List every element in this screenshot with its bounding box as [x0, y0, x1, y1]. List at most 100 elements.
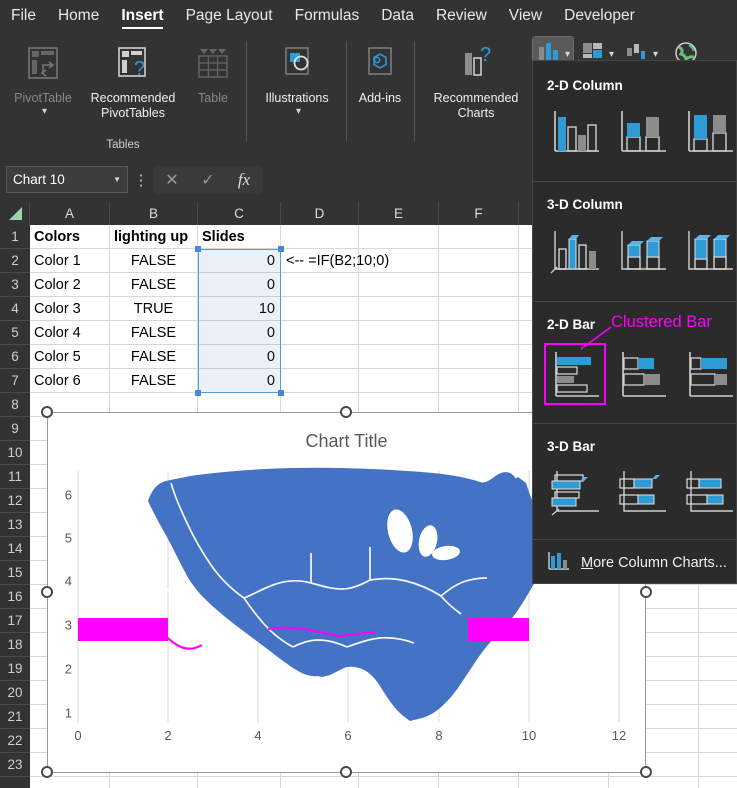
ribbon-tab-data[interactable]: Data: [370, 0, 425, 31]
select-all-corner[interactable]: [0, 202, 30, 225]
cell-c7[interactable]: 0: [198, 369, 280, 393]
row-header-18[interactable]: 18: [0, 633, 30, 657]
3d-stacked-bar-icon[interactable]: [614, 465, 670, 521]
3d-clustered-bar-icon[interactable]: [547, 465, 603, 521]
row-header-13[interactable]: 13: [0, 513, 30, 537]
row-header-5[interactable]: 5: [0, 321, 30, 345]
chart-handle-top-left[interactable]: [41, 406, 53, 418]
selection-handle[interactable]: [195, 246, 201, 252]
ribbon-pivottable-button[interactable]: PivotTable ▾: [8, 43, 78, 117]
row-header-16[interactable]: 16: [0, 585, 30, 609]
ribbon-tab-developer[interactable]: Developer: [553, 0, 646, 31]
chevron-down-icon[interactable]: ▾: [653, 49, 658, 60]
cell-a4[interactable]: Color 3: [30, 297, 109, 321]
ribbon-recommended-charts-button[interactable]: ? Recommended Charts: [420, 43, 532, 121]
row-header-10[interactable]: 10: [0, 441, 30, 465]
row-header-9[interactable]: 9: [0, 417, 30, 441]
column-header-c[interactable]: C: [198, 202, 281, 225]
cell-c3[interactable]: 0: [198, 273, 280, 297]
row-header-12[interactable]: 12: [0, 489, 30, 513]
ribbon-tab-formulas[interactable]: Formulas: [284, 0, 371, 31]
row-header-11[interactable]: 11: [0, 465, 30, 489]
stacked-column-icon[interactable]: [614, 103, 670, 159]
100-stacked-column-icon[interactable]: [681, 103, 737, 159]
chart-handle-bottom-center[interactable]: [340, 766, 352, 778]
ribbon-table-button[interactable]: Table: [188, 43, 238, 106]
row-header-17[interactable]: 17: [0, 609, 30, 633]
chart-handle-middle-right[interactable]: [640, 586, 652, 598]
cell-b3[interactable]: FALSE: [110, 273, 197, 297]
cell-c4[interactable]: 10: [198, 297, 280, 321]
cell-a2[interactable]: Color 1: [30, 249, 109, 273]
more-column-charts-item[interactable]: More Column Charts...: [533, 541, 737, 585]
ribbon-tab-insert[interactable]: Insert: [110, 0, 174, 31]
3d-stacked-column-icon[interactable]: [614, 223, 670, 279]
row-header-23[interactable]: 23: [0, 753, 30, 777]
cell-d2[interactable]: <-- =IF(B2;10;0): [282, 249, 462, 273]
ribbon-tab-review[interactable]: Review: [425, 0, 498, 31]
selection-handle[interactable]: [278, 390, 284, 396]
confirm-icon[interactable]: ✓: [190, 166, 226, 194]
row-header-14[interactable]: 14: [0, 537, 30, 561]
ribbon-tab-file[interactable]: File: [0, 0, 47, 31]
cell-c5[interactable]: 0: [198, 321, 280, 345]
cell-b1[interactable]: lighting up: [110, 225, 197, 249]
row-header-20[interactable]: 20: [0, 681, 30, 705]
cell-b4[interactable]: TRUE: [110, 297, 197, 321]
cell-b5[interactable]: FALSE: [110, 321, 197, 345]
column-header-a[interactable]: A: [30, 202, 110, 225]
clustered-column-icon[interactable]: [547, 103, 603, 159]
3d-100-stacked-column-icon[interactable]: [681, 223, 737, 279]
chart-handle-middle-left[interactable]: [41, 586, 53, 598]
row-header-7[interactable]: 7: [0, 369, 30, 393]
cell-b7[interactable]: FALSE: [110, 369, 197, 393]
column-header-f[interactable]: F: [439, 202, 519, 225]
column-header-e[interactable]: E: [359, 202, 439, 225]
row-header-8[interactable]: 8: [0, 393, 30, 417]
chevron-down-icon[interactable]: ▾: [565, 49, 570, 60]
ribbon-recommended-pivottables-button[interactable]: ? Recommended PivotTables: [78, 43, 188, 121]
row-header-6[interactable]: 6: [0, 345, 30, 369]
chevron-down-icon[interactable]: ▾: [609, 49, 614, 60]
column-header-d[interactable]: D: [281, 202, 359, 225]
row-header-15[interactable]: 15: [0, 561, 30, 585]
chart-handle-bottom-left[interactable]: [41, 766, 53, 778]
row-header-19[interactable]: 19: [0, 657, 30, 681]
chevron-down-icon[interactable]: ▾: [42, 106, 47, 117]
cell-b6[interactable]: FALSE: [110, 345, 197, 369]
formula-bar-more-button[interactable]: ⋮: [128, 171, 154, 189]
3d-clustered-column-icon[interactable]: [547, 223, 603, 279]
cell-b2[interactable]: FALSE: [110, 249, 197, 273]
row-header-3[interactable]: 3: [0, 273, 30, 297]
ribbon-addins-button[interactable]: Add-ins: [352, 43, 408, 106]
cancel-icon[interactable]: ✕: [154, 166, 190, 194]
insert-function-icon[interactable]: fx: [226, 166, 262, 194]
cell-c2[interactable]: 0: [198, 249, 280, 273]
row-header-2[interactable]: 2: [0, 249, 30, 273]
ribbon-tab-home[interactable]: Home: [47, 0, 110, 31]
cell-a1[interactable]: Colors: [30, 225, 109, 249]
ribbon-illustrations-button[interactable]: Illustrations ▾: [252, 43, 342, 117]
row-header-22[interactable]: 22: [0, 729, 30, 753]
cell-a5[interactable]: Color 4: [30, 321, 109, 345]
chart-handle-top-center[interactable]: [340, 406, 352, 418]
chart-bar-right-segment: [468, 618, 529, 641]
cell-c1[interactable]: Slides: [198, 225, 280, 249]
column-header-b[interactable]: B: [110, 202, 198, 225]
chevron-down-icon[interactable]: ▾: [296, 106, 301, 117]
selection-handle[interactable]: [195, 390, 201, 396]
chevron-down-icon[interactable]: ▼: [113, 175, 121, 184]
selection-handle[interactable]: [278, 246, 284, 252]
name-box[interactable]: Chart 10 ▼: [6, 166, 128, 193]
row-header-1[interactable]: 1: [0, 225, 30, 249]
3d-100-stacked-bar-icon[interactable]: [681, 465, 737, 521]
row-header-4[interactable]: 4: [0, 297, 30, 321]
ribbon-tab-page-layout[interactable]: Page Layout: [175, 0, 284, 31]
cell-a6[interactable]: Color 5: [30, 345, 109, 369]
cell-a7[interactable]: Color 6: [30, 369, 109, 393]
cell-a3[interactable]: Color 2: [30, 273, 109, 297]
row-header-21[interactable]: 21: [0, 705, 30, 729]
chart-handle-bottom-right[interactable]: [640, 766, 652, 778]
cell-c6[interactable]: 0: [198, 345, 280, 369]
ribbon-tab-view[interactable]: View: [498, 0, 553, 31]
